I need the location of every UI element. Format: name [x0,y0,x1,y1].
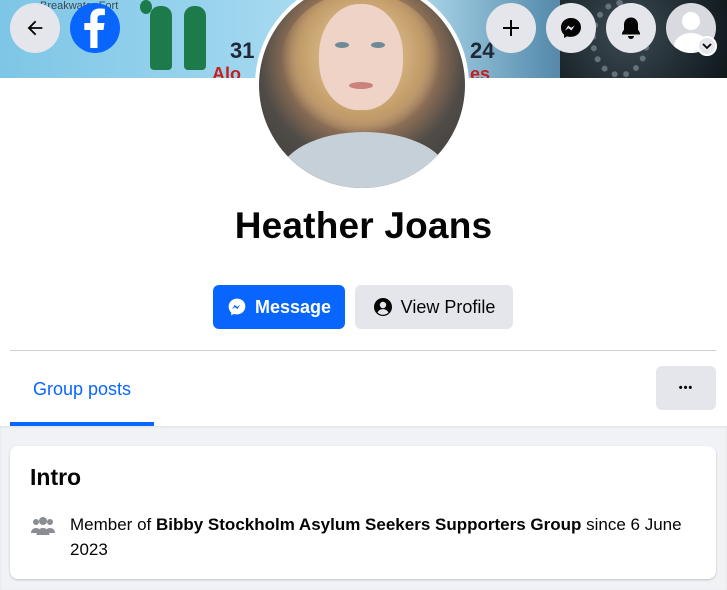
divider [10,350,716,351]
message-button[interactable]: Message [213,285,345,329]
avatar-icon [682,12,700,30]
plus-icon [501,18,521,38]
message-button-label: Message [254,296,332,317]
messenger-icon [227,297,247,317]
intro-prefix: Member of [70,515,156,534]
profile-picture[interactable] [255,0,469,192]
tab-group-posts[interactable]: Group posts [10,352,154,426]
cover-text-right: es [470,64,491,78]
cover-decoration [184,6,206,70]
intro-title: Intro [30,464,82,490]
more-dots-icon: ••• [678,382,694,394]
cover-decoration [150,6,172,70]
cover-text-left: Alo [212,64,241,78]
view-profile-label: View Profile [400,296,496,317]
facebook-logo-icon [70,3,120,53]
view-profile-button[interactable]: View Profile [355,285,513,329]
intro-membership-text: Member of Bibby Stockholm Asylum Seekers… [70,512,690,562]
tab-group-posts-label: Group posts [32,378,132,399]
bell-icon [620,16,642,40]
chevron-down-icon [702,37,712,55]
profile-photo [259,0,465,188]
cover-number-left: 31 [230,38,255,63]
create-button[interactable] [486,3,536,53]
profile-name: Heather Joans [234,205,493,246]
messenger-button[interactable] [546,3,596,53]
group-icon [30,516,56,536]
account-menu-button[interactable] [697,36,717,56]
intro-card: Intro Member of Bibby Stockholm Asylum S… [10,446,716,579]
back-button[interactable] [10,3,60,53]
intro-group-link[interactable]: Bibby Stockholm Asylum Seekers Supporter… [156,515,581,534]
user-circle-icon [373,297,393,317]
messenger-icon [559,16,583,40]
arrow-left-icon [24,17,46,39]
more-options-button[interactable]: ••• [656,366,716,410]
facebook-logo[interactable] [70,3,120,53]
notifications-button[interactable] [606,3,656,53]
